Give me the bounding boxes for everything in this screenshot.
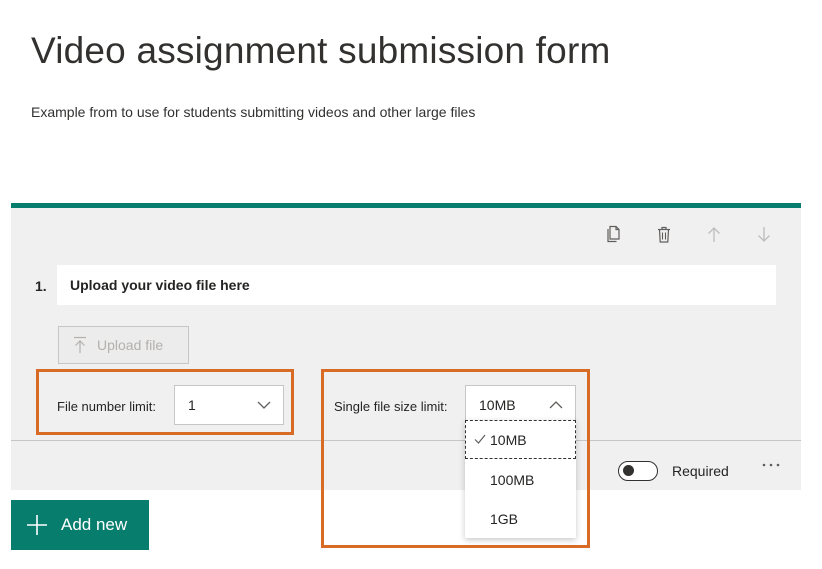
dropdown-option-label: 1GB (490, 510, 519, 527)
toggle-knob (623, 465, 634, 476)
more-icon (762, 463, 780, 467)
question-toolbar (589, 215, 789, 253)
upload-file-label: Upload file (97, 337, 164, 353)
plus-icon (27, 515, 47, 535)
file-size-dropdown: 10MB 100MB 1GB (465, 420, 576, 538)
move-down-icon (758, 226, 770, 242)
move-up-button[interactable] (689, 215, 739, 253)
copy-icon (607, 225, 620, 243)
delete-question-button[interactable] (639, 215, 689, 253)
delete-icon (658, 226, 670, 243)
add-new-button[interactable]: Add new (11, 500, 149, 550)
copy-question-button[interactable] (589, 215, 639, 253)
add-new-label: Add new (61, 515, 128, 534)
upload-icon (74, 336, 86, 353)
dropdown-option-10mb[interactable]: 10MB (465, 420, 576, 459)
question-number: 1. (35, 278, 47, 294)
checkmark-icon (474, 434, 486, 444)
dropdown-option-label: 10MB (490, 431, 527, 448)
dropdown-option-label: 100MB (490, 471, 535, 488)
question-title-input[interactable]: Upload your video file here (57, 265, 776, 305)
move-up-icon (708, 226, 720, 242)
file-number-limit-highlight (36, 369, 294, 435)
move-down-button[interactable] (739, 215, 789, 253)
required-toggle[interactable] (618, 461, 658, 481)
dropdown-option-100mb[interactable]: 100MB (465, 460, 576, 499)
form-title: Video assignment submission form (31, 30, 611, 71)
upload-file-button[interactable]: Upload file (58, 326, 189, 364)
more-options-button[interactable] (761, 455, 783, 479)
form-description: Example from to use for students submitt… (31, 104, 476, 120)
dropdown-option-1gb[interactable]: 1GB (465, 499, 576, 538)
required-label: Required (672, 463, 729, 479)
